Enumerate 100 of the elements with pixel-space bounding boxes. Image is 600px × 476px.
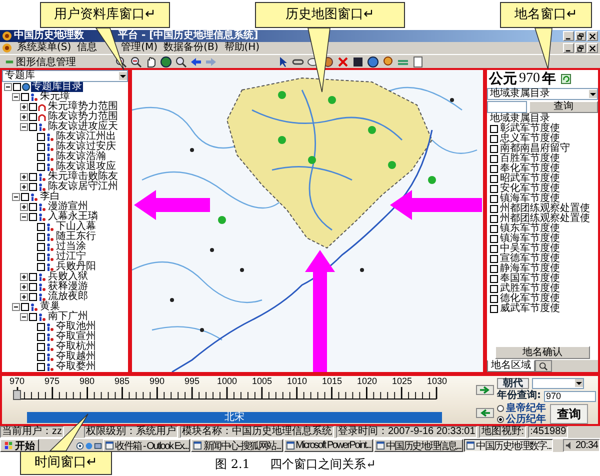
hand-icon[interactable] — [145, 56, 157, 68]
graphics-manager-button[interactable]: 图形信息管理 — [2, 55, 79, 68]
search-field[interactable] — [487, 101, 527, 113]
radio-label[interactable]: 公历纪年 — [506, 414, 546, 425]
tree-item[interactable]: 获释漫游 — [47, 282, 89, 292]
checkbox[interactable] — [490, 225, 498, 233]
tree-item[interactable]: 入幕永王璘 — [47, 212, 99, 222]
checkbox[interactable] — [37, 343, 45, 351]
checkbox[interactable] — [21, 93, 29, 101]
taskbar-button[interactable]: Microsoft PowerPoint... — [284, 439, 373, 452]
back-button[interactable] — [476, 408, 494, 418]
menu-item[interactable]: 帮助(H) — [221, 42, 263, 54]
slider-thumb[interactable] — [13, 390, 21, 400]
checkbox[interactable] — [21, 193, 29, 201]
tree-item[interactable]: 漫游宣州 — [47, 202, 89, 212]
checkbox[interactable] — [490, 185, 498, 193]
checkbox[interactable] — [29, 103, 37, 111]
checkbox[interactable] — [490, 195, 498, 203]
menu-item[interactable]: 数据备份(B) — [160, 42, 222, 54]
tree-item[interactable]: 下山入幕 — [55, 222, 97, 232]
place-item[interactable]: 中吴军节度使 — [500, 244, 560, 254]
checkbox[interactable] — [490, 295, 498, 303]
checkbox[interactable] — [490, 165, 498, 173]
checkbox[interactable] — [490, 215, 498, 223]
checkbox[interactable] — [37, 143, 45, 151]
checkbox[interactable] — [490, 125, 498, 133]
region-tab[interactable]: 地名区域 — [487, 360, 535, 372]
confirm-button[interactable]: 地名确认 — [495, 346, 590, 359]
place-item[interactable]: 武胜军节度使 — [500, 284, 560, 294]
minimize-button[interactable] — [563, 31, 574, 41]
expander-icon[interactable] — [20, 183, 28, 191]
checkbox[interactable] — [29, 113, 37, 121]
checkbox[interactable] — [37, 163, 45, 171]
place-item[interactable]: 静海军节度使 — [500, 264, 560, 274]
place-item[interactable]: 州都团练观察处置使 — [500, 214, 590, 224]
checkbox[interactable] — [490, 155, 498, 163]
checkbox[interactable] — [490, 305, 498, 313]
checkbox[interactable] — [29, 313, 37, 321]
expander-icon[interactable] — [4, 83, 12, 91]
place-item[interactable]: 镇海军节度使 — [500, 234, 560, 244]
tree-item[interactable]: 过当涂 — [55, 242, 87, 252]
close-button[interactable] — [587, 31, 598, 41]
place-item[interactable]: 州都团练观察处置使 — [500, 204, 590, 214]
tree-item[interactable]: 陈友谅进攻应天 — [47, 122, 119, 132]
place-item[interactable]: 镇海军节度使 — [500, 194, 560, 204]
checkbox[interactable] — [37, 243, 45, 251]
tree-item[interactable]: 陈友谅过安庆 — [55, 142, 117, 152]
checkbox[interactable] — [37, 253, 45, 261]
place-item[interactable]: 昭武军节度使 — [500, 174, 560, 184]
checkbox[interactable] — [37, 133, 45, 141]
checkbox[interactable] — [29, 273, 37, 281]
place-item[interactable]: 忠义军节度使 — [500, 134, 560, 144]
tree-item[interactable]: 夺取越州 — [55, 352, 97, 362]
expander-icon[interactable] — [20, 113, 28, 121]
taskbar-button[interactable]: 中国历史地理数字... — [464, 439, 554, 452]
checkbox[interactable] — [490, 235, 498, 243]
tree-item[interactable]: 过江宁 — [55, 252, 87, 262]
tree-item[interactable]: 南下广州 — [47, 312, 89, 322]
forward-button[interactable] — [476, 384, 494, 394]
checkbox[interactable] — [37, 153, 45, 161]
tree-item[interactable]: 朱元璋 — [39, 92, 71, 102]
place-item[interactable]: 镇东军节度使 — [500, 224, 560, 234]
menu-item[interactable]: 系统菜单(S) — [14, 42, 74, 54]
expander-icon[interactable] — [20, 293, 28, 301]
minimize-button[interactable] — [563, 43, 574, 53]
checkbox[interactable] — [490, 285, 498, 293]
checkbox[interactable] — [37, 353, 45, 361]
close-button[interactable] — [587, 43, 598, 53]
checkbox[interactable] — [13, 83, 21, 91]
refresh-icon[interactable] — [561, 74, 571, 84]
tree-item[interactable]: 随王东行 — [55, 232, 97, 242]
radio-label[interactable]: 皇帝纪年 — [506, 403, 546, 414]
expander-icon[interactable] — [20, 213, 28, 221]
checkbox[interactable] — [490, 145, 498, 153]
restore-button[interactable] — [575, 31, 586, 41]
checkbox[interactable] — [490, 275, 498, 283]
checkbox[interactable] — [37, 333, 45, 341]
place-item[interactable]: 德化军节度使 — [500, 294, 560, 304]
tree-item[interactable]: 兵败入狱 — [47, 272, 89, 282]
tree-item[interactable]: 兵败丹阳 — [55, 262, 97, 272]
expander-icon[interactable] — [20, 173, 28, 181]
pointer-icon[interactable] — [277, 56, 289, 68]
place-item[interactable]: 彰武军节度使 — [500, 124, 560, 134]
expander-icon[interactable] — [20, 283, 28, 291]
checkbox[interactable] — [29, 183, 37, 191]
tree-item[interactable]: 陈友谅浩瀚 — [55, 152, 107, 162]
search-button[interactable]: 查询 — [529, 101, 598, 113]
place-item[interactable]: 威武军节度使 — [500, 304, 560, 314]
checkbox[interactable] — [21, 303, 29, 311]
tree-item[interactable]: 朱元璋势力范围 — [47, 102, 119, 112]
menu-item[interactable]: 信息 — [74, 42, 100, 54]
menu-item[interactable]: 管理(M) — [118, 42, 161, 54]
tree-item[interactable]: 流放夜郎 — [47, 292, 89, 302]
checkbox[interactable] — [29, 123, 37, 131]
region-dropdown[interactable]: 地域隶属目录 — [487, 88, 598, 100]
checkbox[interactable] — [490, 135, 498, 143]
tree-item[interactable]: 陈友谅退攻应 — [55, 162, 117, 172]
search-tab[interactable] — [535, 360, 552, 372]
expander-icon[interactable] — [20, 203, 28, 211]
dynasty-dropdown[interactable] — [532, 378, 584, 389]
